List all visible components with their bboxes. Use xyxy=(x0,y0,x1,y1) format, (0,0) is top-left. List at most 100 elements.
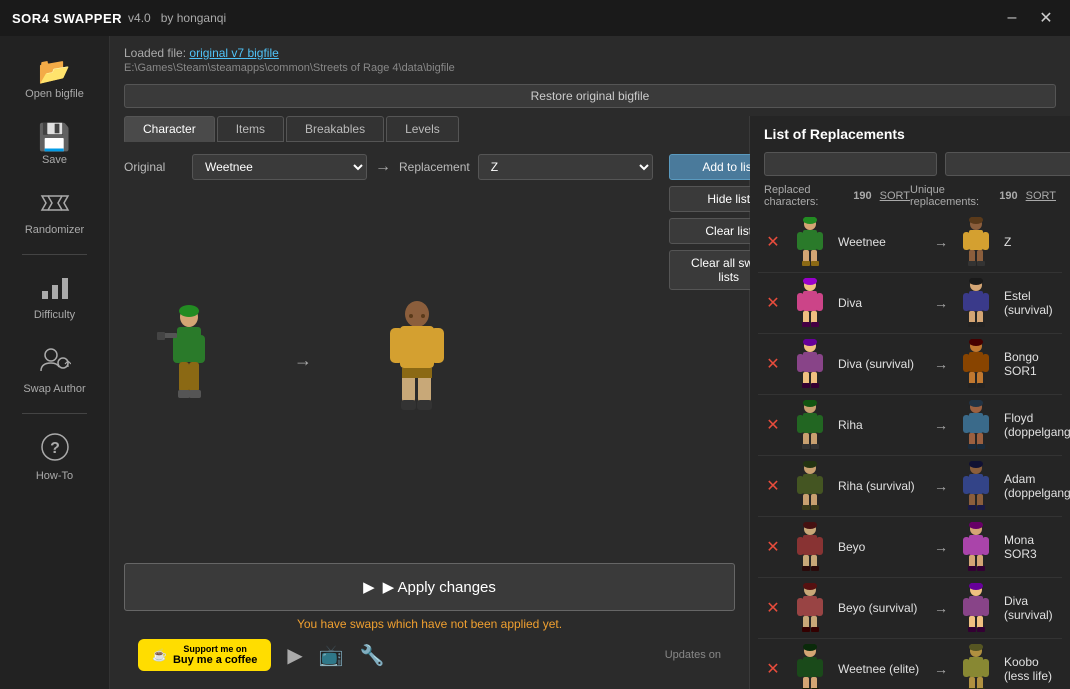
table-row: ✕ Beyo (survival) → Diva (survival) xyxy=(758,578,1062,639)
sidebar-label-save: Save xyxy=(42,154,67,166)
app-author: by honganqi xyxy=(161,11,226,25)
replacement-name-7: Koobo (less life) xyxy=(1004,655,1056,683)
original-sprite-6 xyxy=(788,582,832,634)
original-label: Original xyxy=(124,160,184,174)
original-name-1: Diva xyxy=(838,296,928,310)
unique-label: Unique replacements: xyxy=(910,184,991,208)
restore-button[interactable]: Restore original bigfile xyxy=(124,84,1056,108)
row-arrow-1: → xyxy=(934,295,948,311)
tab-character[interactable]: Character xyxy=(124,116,215,142)
sprite-arrow: → xyxy=(294,350,312,371)
sidebar-item-how-to[interactable]: ? How-To xyxy=(0,420,109,494)
sidebar-label-how-to: How-To xyxy=(36,470,73,482)
apply-icon: ▶ xyxy=(363,578,375,596)
tab-levels[interactable]: Levels xyxy=(386,116,459,142)
tab-breakables[interactable]: Breakables xyxy=(286,116,384,142)
svg-text:?: ? xyxy=(50,440,60,457)
replacement-name-3: Floyd (doppelganger) xyxy=(1004,411,1070,439)
table-row: ✕ Riha (survival) → Adam (doppelganger) xyxy=(758,456,1062,517)
file-path: E:\Games\Steam\steamapps\common\Streets … xyxy=(124,62,1056,74)
replaced-label: Replaced characters: xyxy=(764,184,845,208)
replacement-sprite-1 xyxy=(954,277,998,329)
sidebar-item-open-bigfile[interactable]: 📂 Open bigfile xyxy=(0,46,109,112)
footer-icons: ☕ Support me on Buy me a coffee ▶ 📺 🔧 Up… xyxy=(124,631,735,679)
original-name-0: Weetnee xyxy=(838,235,928,249)
row-arrow-0: → xyxy=(934,234,948,250)
bmc-text: Support me on Buy me a coffee xyxy=(173,644,257,666)
stats-row: Replaced characters: 190 SORT Unique rep… xyxy=(750,182,1070,212)
window-controls: – ✕ xyxy=(1000,6,1058,30)
original-select[interactable]: Weetnee xyxy=(192,154,367,180)
sidebar-divider-2 xyxy=(22,413,87,414)
remove-row-button[interactable]: ✕ xyxy=(764,659,782,679)
original-name-3: Riha xyxy=(838,418,928,432)
sidebar-item-save[interactable]: 💾 Save xyxy=(0,112,109,178)
sidebar-item-difficulty[interactable]: Difficulty xyxy=(0,261,109,333)
sidebar-item-swap-author[interactable]: Swap Author xyxy=(0,333,109,407)
search-left[interactable] xyxy=(764,152,937,176)
file-label: Loaded file: xyxy=(124,46,186,60)
replacement-name-0: Z xyxy=(1004,235,1056,249)
original-sprite-2 xyxy=(788,338,832,390)
replacement-sprite xyxy=(352,300,482,420)
minimize-button[interactable]: – xyxy=(1000,6,1024,30)
table-row: ✕ Diva → Estel (survival) xyxy=(758,273,1062,334)
youtube-icon[interactable]: ▶ xyxy=(287,643,302,668)
original-name-5: Beyo xyxy=(838,540,928,554)
panel-split: Character Items Breakables Levels Origin… xyxy=(110,116,1070,689)
randomizer-icon xyxy=(40,190,70,220)
replacement-list: ✕ Weetnee → Z ✕ xyxy=(750,212,1070,689)
file-info: Loaded file: original v7 bigfile E:\Game… xyxy=(110,36,1070,80)
sourceforge-icon[interactable]: 🔧 xyxy=(360,643,385,668)
sort-right-button[interactable]: SORT xyxy=(1026,190,1056,202)
remove-row-button[interactable]: ✕ xyxy=(764,232,782,252)
sprite-preview: → xyxy=(124,290,735,430)
replacement-name-1: Estel (survival) xyxy=(1004,289,1056,317)
sidebar-label-open-bigfile: Open bigfile xyxy=(25,88,84,100)
replacement-select[interactable]: Z xyxy=(478,154,653,180)
row-arrow-5: → xyxy=(934,539,948,555)
original-sprite-4 xyxy=(788,460,832,512)
remove-row-button[interactable]: ✕ xyxy=(764,293,782,313)
replacement-label: Replacement xyxy=(399,160,470,174)
original-row: Original Weetnee → Replacement Z xyxy=(124,154,653,180)
original-name-2: Diva (survival) xyxy=(838,357,928,371)
replacement-name-6: Diva (survival) xyxy=(1004,594,1056,622)
tab-items[interactable]: Items xyxy=(217,116,284,142)
swap-author-icon xyxy=(39,345,71,379)
remove-row-button[interactable]: ✕ xyxy=(764,476,782,496)
sort-left-button[interactable]: SORT xyxy=(880,190,910,202)
replacement-sprite-6 xyxy=(954,582,998,634)
left-panel: Character Items Breakables Levels Origin… xyxy=(110,116,750,689)
remove-row-button[interactable]: ✕ xyxy=(764,537,782,557)
replacement-name-5: Mona SOR3 xyxy=(1004,533,1056,561)
apply-label: ▶ Apply changes xyxy=(383,578,496,596)
table-row: ✕ Weetnee (elite) → Koobo (less life) xyxy=(758,639,1062,689)
original-sprite-7 xyxy=(788,643,832,689)
remove-row-button[interactable]: ✕ xyxy=(764,354,782,374)
remove-row-button[interactable]: ✕ xyxy=(764,415,782,435)
close-button[interactable]: ✕ xyxy=(1034,6,1058,30)
search-row xyxy=(750,148,1070,182)
remove-row-button[interactable]: ✕ xyxy=(764,598,782,618)
twitch-icon[interactable]: 📺 xyxy=(319,643,344,668)
replacement-sprite-4 xyxy=(954,460,998,512)
search-right[interactable] xyxy=(945,152,1070,176)
sidebar-label-randomizer: Randomizer xyxy=(25,224,84,236)
original-sprite-5 xyxy=(788,521,832,573)
apply-button[interactable]: ▶ ▶ Apply changes xyxy=(124,563,735,611)
difficulty-icon xyxy=(40,273,70,305)
replacement-sprite-7 xyxy=(954,643,998,689)
bmc-button[interactable]: ☕ Support me on Buy me a coffee xyxy=(138,639,271,671)
file-link[interactable]: original v7 bigfile xyxy=(189,46,278,60)
sidebar-label-difficulty: Difficulty xyxy=(34,309,75,321)
replacements-title: List of Replacements xyxy=(750,116,1070,148)
app-title: SOR4 SWAPPER xyxy=(12,11,122,26)
row-arrow-2: → xyxy=(934,356,948,372)
replacement-sprite-0 xyxy=(954,216,998,268)
sidebar-item-randomizer[interactable]: Randomizer xyxy=(0,178,109,248)
row-arrow-7: → xyxy=(934,661,948,677)
original-sprite-1 xyxy=(788,277,832,329)
howto-icon: ? xyxy=(40,432,70,466)
coffee-icon: ☕ xyxy=(152,648,167,662)
